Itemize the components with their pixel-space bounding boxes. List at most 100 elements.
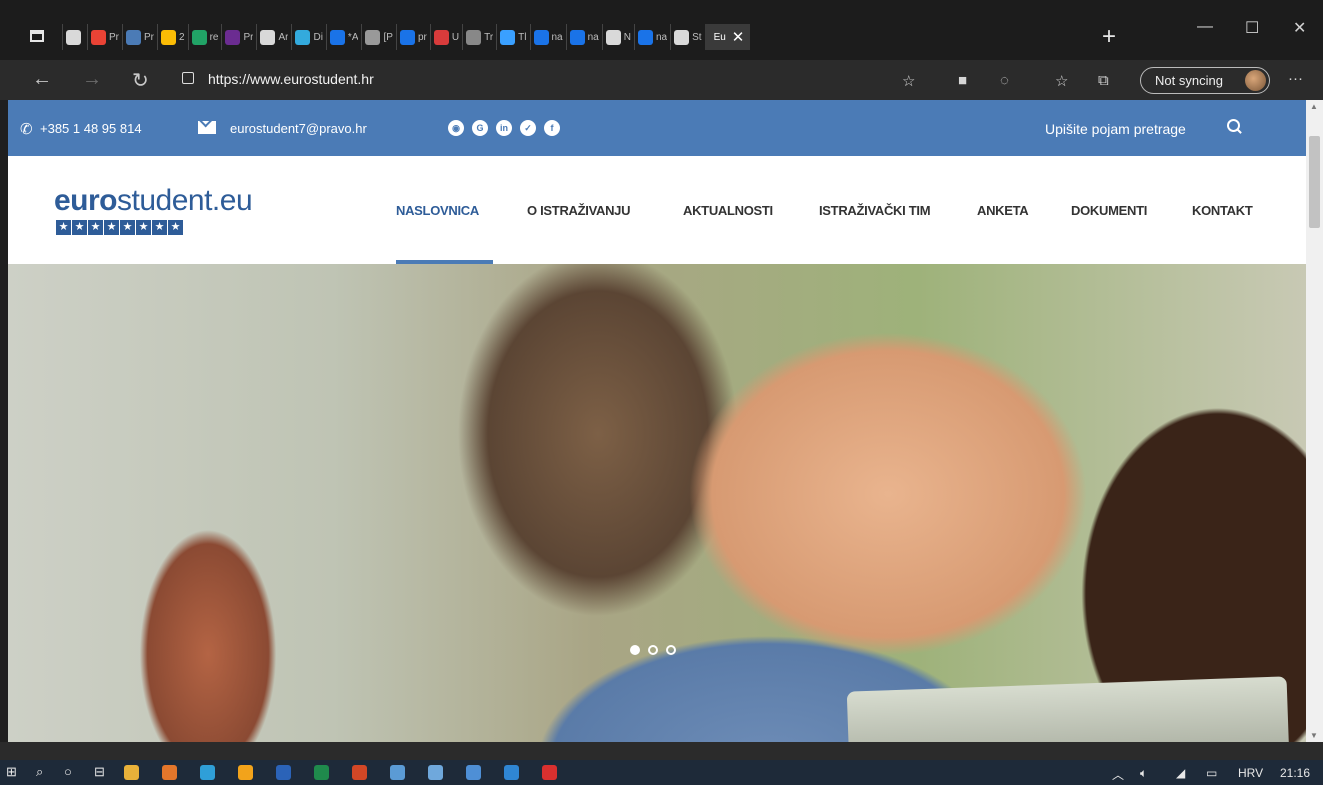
chrome-icon[interactable] [238,765,253,780]
excel-icon[interactable] [314,765,329,780]
back-icon[interactable]: ← [32,68,52,91]
powerpoint-icon[interactable] [352,765,367,780]
search-input[interactable]: Upišite pojam pretrage [1045,121,1186,137]
browser-tab[interactable]: U [429,24,462,50]
site-logo[interactable]: eurostudent.eu [54,184,253,218]
browser-tab[interactable]: St [670,24,704,50]
skype-icon[interactable] [466,765,481,780]
scroll-down-icon[interactable]: ▼ [1310,731,1318,740]
mail-taskbar-icon[interactable] [504,765,519,780]
tab-favicon-icon [126,29,141,45]
address-bar[interactable]: https://www.eurostudent.hr [172,66,942,94]
browser-tab[interactable]: pr [395,24,430,50]
minimize-icon[interactable]: — [1197,18,1213,36]
collections-icon[interactable]: ⧉ [1098,72,1109,89]
scroll-up-icon[interactable]: ▲ [1310,102,1318,111]
lock-icon[interactable] [182,72,194,84]
browser-tab[interactable]: na [633,24,670,50]
browser-tab[interactable]: Tl [496,24,529,50]
tab-label: Tr [484,31,494,43]
browser-tab[interactable]: N [601,24,634,50]
slider-dot-1[interactable] [630,645,640,655]
twitter-icon[interactable]: ✓ [520,120,536,136]
active-browser-tab[interactable]: Eu ✕ [704,24,751,50]
rss-icon[interactable]: ◉ [448,120,464,136]
browser-tab[interactable]: [P [361,24,395,50]
extensions-icon[interactable]: ◌ [1000,72,1009,89]
browser-tab[interactable]: *A [325,24,362,50]
browser-tab[interactable]: Ar [256,24,291,50]
page-scrollbar[interactable]: ▲ ▼ [1306,100,1323,742]
tab-label: Di [313,31,323,43]
volume-icon[interactable]: 🔈︎ [1140,766,1147,781]
browser-tab[interactable]: Di [291,24,325,50]
menu-istrazivacki-tim[interactable]: ISTRAŽIVAČKI TIM [819,203,977,218]
word-icon[interactable] [276,765,291,780]
refresh-icon[interactable]: ↻ [132,68,149,93]
menu-anketa[interactable]: ANKETA [977,203,1071,218]
app-icon[interactable] [390,765,405,780]
tab-favicon-icon [466,29,482,45]
more-menu-icon[interactable]: ··· [1288,70,1303,87]
maximize-icon[interactable]: ☐ [1245,18,1259,38]
favorites-icon[interactable]: ☆ [1055,72,1068,90]
language-indicator[interactable]: HRV [1238,766,1263,780]
tab-label: Eu [713,31,726,43]
menu-naslovnica[interactable]: NASLOVNICA [396,203,527,218]
browser-tab[interactable]: 2 [157,24,188,50]
slider-dot-2[interactable] [648,645,658,655]
logo-stars: ★ ★ ★ ★ ★ ★ ★ ★ [56,220,183,235]
favorite-star-icon[interactable]: ☆ [902,72,915,90]
task-view-icon[interactable]: ⊟ [94,764,105,780]
tab-label: *A [347,31,359,43]
close-tab-icon[interactable]: ✕ [732,28,745,46]
logo-text: student.eu [117,184,253,217]
tray-chevron-icon[interactable]: ︿ [1112,766,1124,783]
app-icon-2[interactable] [428,765,443,780]
tab-label: U [451,31,460,43]
acrobat-icon[interactable] [542,765,557,780]
profile-button[interactable]: Not syncing [1140,67,1270,94]
browser-tab[interactable]: na [565,24,602,50]
forward-icon[interactable]: → [82,68,102,91]
file-explorer-icon[interactable] [124,765,139,780]
phone-number[interactable]: +385 1 48 95 814 [40,121,142,136]
start-icon[interactable]: ⊞ [6,764,17,780]
search-icon[interactable] [1227,119,1242,134]
cortana-icon[interactable]: ○ [64,764,72,779]
browser-tab[interactable]: Tr [462,24,496,50]
menu-kontakt[interactable]: KONTAKT [1192,203,1253,218]
browser-tab[interactable]: Pr [122,24,157,50]
google-icon[interactable]: G [472,120,488,136]
tab-favicon-icon [191,29,207,45]
edge-icon[interactable] [200,765,215,780]
facebook-icon[interactable]: f [544,120,560,136]
browser-tab[interactable]: re [187,24,222,50]
browser-tab[interactable]: Pr [221,24,256,50]
url-text[interactable]: https://www.eurostudent.hr [208,71,374,87]
tab-favicon-icon [225,29,241,45]
tab-label: Ar [278,31,289,43]
tab-label: [P [383,31,393,43]
menu-o-istrazivanju[interactable]: O ISTRAŽIVANJU [527,203,683,218]
menu-dokumenti[interactable]: DOKUMENTI [1071,203,1192,218]
network-icon[interactable]: ◢ [1176,766,1185,780]
battery-icon[interactable]: ▭ [1206,766,1217,780]
tab-actions-icon[interactable] [30,30,44,42]
browser-tab[interactable]: Pr [87,24,122,50]
slider-dot-3[interactable] [666,645,676,655]
browser-tab[interactable]: na [529,24,566,50]
close-window-icon[interactable]: ✕ [1293,18,1306,38]
linkedin-icon[interactable]: in [496,120,512,136]
browser-tab[interactable] [62,24,87,50]
reading-list-icon[interactable]: ■ [958,72,967,89]
new-tab-button[interactable]: + [1102,25,1116,49]
scrollbar-thumb[interactable] [1309,136,1320,228]
screen: Pr Pr 2 re Pr Ar Di *A [P pr U Tr Tl na na Nna St Eu ✕ + —… [0,0,1323,785]
email-link[interactable]: eurostudent7@pravo.hr [230,121,367,136]
clock[interactable]: 21:16 [1280,766,1310,780]
browser-tab-strip: Pr Pr 2 re Pr Ar Di *A [P pr U Tr Tl na na Nna St Eu ✕ + —… [0,0,1323,60]
search-taskbar-icon[interactable]: ⌕ [36,764,43,780]
menu-aktualnosti[interactable]: AKTUALNOSTI [683,203,819,218]
firefox-icon[interactable] [162,765,177,780]
